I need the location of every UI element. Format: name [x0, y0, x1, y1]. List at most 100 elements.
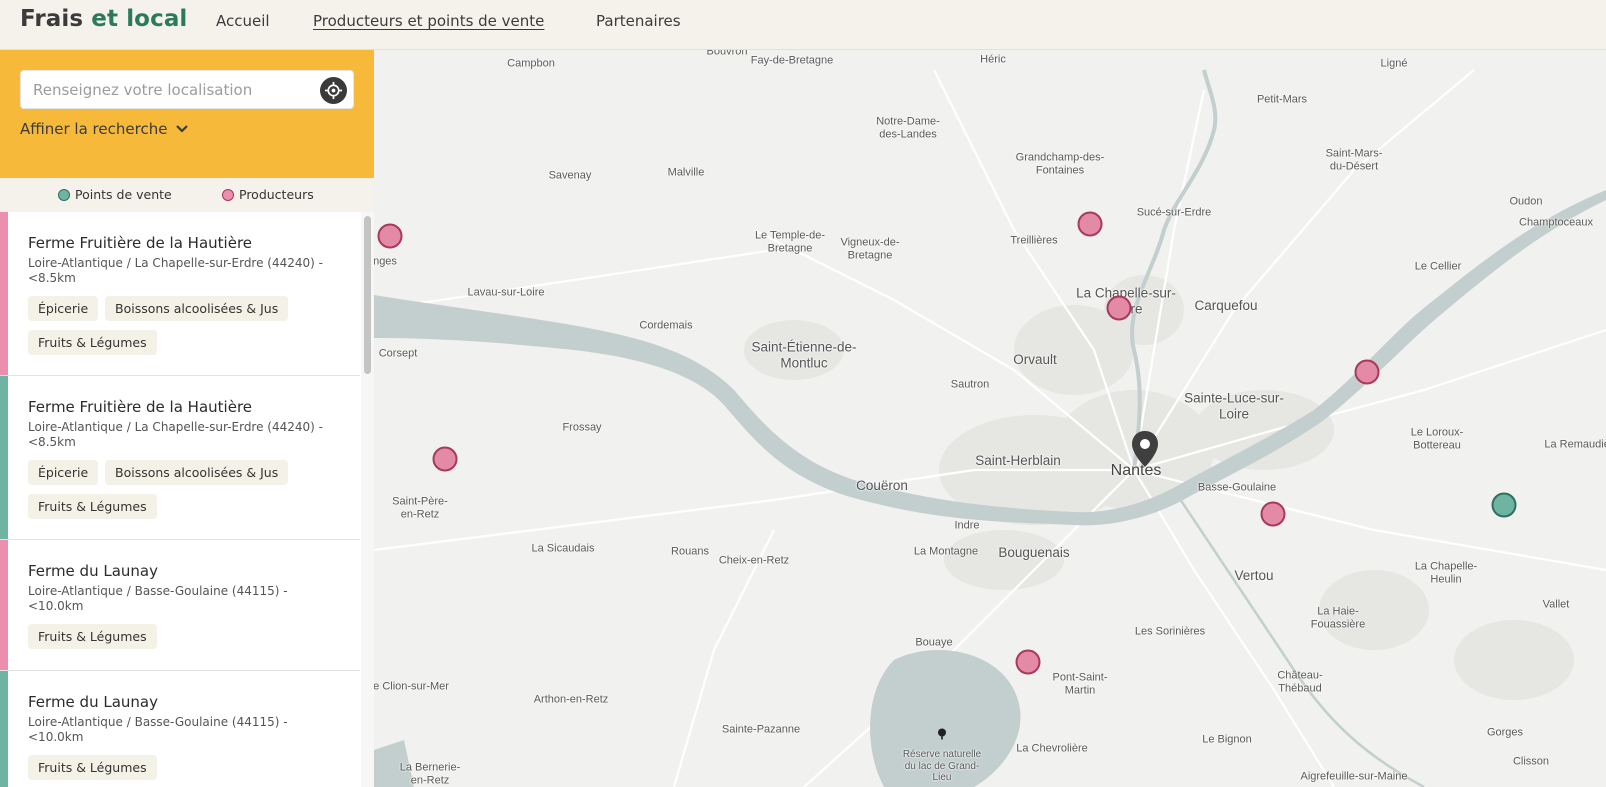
- place-label: Pont-Saint-Martin: [1052, 671, 1108, 696]
- map-legend: Points de vente Producteurs: [0, 178, 374, 212]
- legend-producers-label: Producteurs: [239, 187, 314, 202]
- place-label: Le Cellier: [1414, 260, 1462, 273]
- place-label-large: Saint-Étienne-de-Montluc: [751, 339, 857, 370]
- place-label: Frossay: [562, 421, 602, 434]
- sale-point-marker[interactable]: [1491, 492, 1517, 518]
- geolocate-button[interactable]: [320, 77, 347, 104]
- place-label: Le Clion-sur-Mer: [374, 680, 449, 693]
- location-search-box: [20, 70, 354, 109]
- tag-chip[interactable]: Épicerie: [28, 296, 99, 321]
- search-panel: Affiner la recherche: [0, 50, 374, 178]
- results-list: Ferme Fruitière de la Hautière Loire-Atl…: [0, 212, 360, 787]
- producer-color-bar: [0, 212, 8, 375]
- place-label: La Chapelle-Heulin: [1414, 560, 1478, 585]
- place-label-large: Bouguenais: [998, 545, 1070, 561]
- place-label-large: Vertou: [1234, 568, 1274, 584]
- producer-marker[interactable]: [1077, 211, 1103, 237]
- sale-point-color-bar: [0, 671, 8, 787]
- card-location: Loire-Atlantique / La Chapelle-sur-Erdre…: [28, 420, 323, 449]
- place-label: Sainte-Pazanne: [721, 723, 801, 736]
- place-label: La Remaudière: [1544, 438, 1606, 451]
- sale-point-dot-icon: [58, 188, 70, 201]
- card-location: Loire-Atlantique / La Chapelle-sur-Erdre…: [28, 256, 323, 285]
- nav-link-accueil[interactable]: Accueil: [216, 12, 270, 30]
- producer-marker[interactable]: [432, 446, 458, 472]
- place-label: Le Bignon: [1202, 733, 1252, 746]
- place-label-large: Saint-Herblain: [975, 453, 1061, 469]
- place-label: Le Temple-de-Bretagne: [754, 229, 826, 254]
- place-label: Réserve naturelle du lac de Grand-Lieu: [902, 748, 982, 783]
- place-label: Sautron: [950, 378, 990, 391]
- producer-marker[interactable]: [1106, 295, 1132, 321]
- list-item[interactable]: Ferme Fruitière de la Hautière Loire-Atl…: [0, 376, 360, 540]
- card-location: Loire-Atlantique / Basse-Goulaine (44115…: [28, 715, 288, 744]
- refine-search-toggle[interactable]: Affiner la recherche: [20, 120, 189, 138]
- scrollbar-thumb[interactable]: [364, 216, 371, 374]
- producer-dot-icon: [222, 188, 234, 201]
- place-label: Le Loroux-Bottereau: [1410, 426, 1464, 451]
- place-label: Treillières: [1010, 234, 1058, 247]
- tag-chip[interactable]: Fruits & Légumes: [28, 494, 157, 519]
- producer-marker[interactable]: [1015, 649, 1041, 675]
- place-label: Clisson: [1512, 755, 1550, 768]
- place-label: Grandchamp-des-Fontaines: [1015, 151, 1105, 176]
- sale-point-color-bar: [0, 376, 8, 539]
- place-label: Saint-Père-en-Retz: [392, 495, 448, 520]
- place-label: Champtoceaux: [1519, 216, 1593, 229]
- card-title: Ferme du Launay: [28, 693, 158, 711]
- place-label: Château-Thébaud: [1277, 669, 1323, 694]
- location-search-input[interactable]: [21, 71, 311, 108]
- producer-marker[interactable]: [377, 223, 403, 249]
- chevron-down-icon: [176, 125, 189, 133]
- place-label-large: Sainte-Luce-sur-Loire: [1184, 390, 1284, 421]
- brand-logo[interactable]: Frais et local: [20, 6, 187, 32]
- legend-sale-points: Points de vente: [58, 187, 172, 202]
- place-label: Cheix-en-Retz: [718, 554, 790, 567]
- map-view[interactable]: Bouvron Campbon Fay-de-Bretagne Héric Li…: [374, 50, 1606, 787]
- place-label: Cordemais: [639, 319, 693, 332]
- place-label-large: Carquefou: [1194, 298, 1258, 314]
- brand-prefix: Frais: [20, 6, 84, 32]
- legend-producers: Producteurs: [222, 187, 314, 202]
- map-base-layer: [374, 69, 1606, 787]
- place-label: Savenay: [548, 169, 592, 182]
- top-navbar: Frais et local Accueil Producteurs et po…: [0, 0, 1606, 50]
- crosshair-icon: [324, 81, 343, 100]
- tag-chip[interactable]: Fruits & Légumes: [28, 330, 157, 355]
- location-pin-icon[interactable]: [1130, 430, 1160, 468]
- place-label: La Montagne: [913, 545, 979, 558]
- tree-icon: [938, 728, 946, 740]
- list-item[interactable]: Ferme du Launay Loire-Atlantique / Basse…: [0, 671, 360, 787]
- legend-sale-points-label: Points de vente: [75, 187, 172, 202]
- card-title: Ferme Fruitière de la Hautière: [28, 234, 253, 252]
- place-label: Vallet: [1542, 598, 1570, 611]
- list-item[interactable]: Ferme du Launay Loire-Atlantique / Basse…: [0, 540, 360, 671]
- tag-chip[interactable]: Boissons alcoolisées & Jus: [105, 460, 289, 485]
- place-label-large: Couëron: [856, 478, 908, 494]
- producer-marker[interactable]: [1354, 359, 1380, 385]
- brand-accent: et local: [91, 6, 188, 32]
- place-label: Sucé-sur-Erdre: [1136, 206, 1212, 219]
- place-label: La Sicaudais: [531, 542, 595, 555]
- list-scrollbar[interactable]: [361, 212, 374, 787]
- card-location: Loire-Atlantique / Basse-Goulaine (44115…: [28, 584, 288, 613]
- tag-chip[interactable]: Boissons alcoolisées & Jus: [105, 296, 289, 321]
- place-label: La Bernerie-en-Retz: [399, 761, 461, 786]
- results-sidebar: Affiner la recherche Points de vente Pro…: [0, 50, 374, 787]
- producer-color-bar: [0, 540, 8, 670]
- place-label: Campbon: [507, 57, 555, 70]
- place-label: Indre: [954, 519, 980, 532]
- nav-link-producteurs[interactable]: Producteurs et points de vente: [313, 12, 544, 30]
- list-item[interactable]: Ferme Fruitière de la Hautière Loire-Atl…: [0, 212, 360, 376]
- place-label: Rouans: [671, 545, 709, 558]
- tag-chip[interactable]: Fruits & Légumes: [28, 624, 157, 649]
- place-label: Ligné: [1380, 57, 1408, 70]
- producer-marker[interactable]: [1260, 501, 1286, 527]
- tag-chip[interactable]: Épicerie: [28, 460, 99, 485]
- nav-link-partenaires[interactable]: Partenaires: [596, 12, 681, 30]
- place-label: Arthon-en-Retz: [533, 693, 609, 706]
- place-label: Oudon: [1509, 195, 1543, 208]
- tag-chip[interactable]: Fruits & Légumes: [28, 755, 157, 780]
- place-label: Vigneux-de-Bretagne: [840, 236, 900, 261]
- place-label: nges: [374, 255, 397, 268]
